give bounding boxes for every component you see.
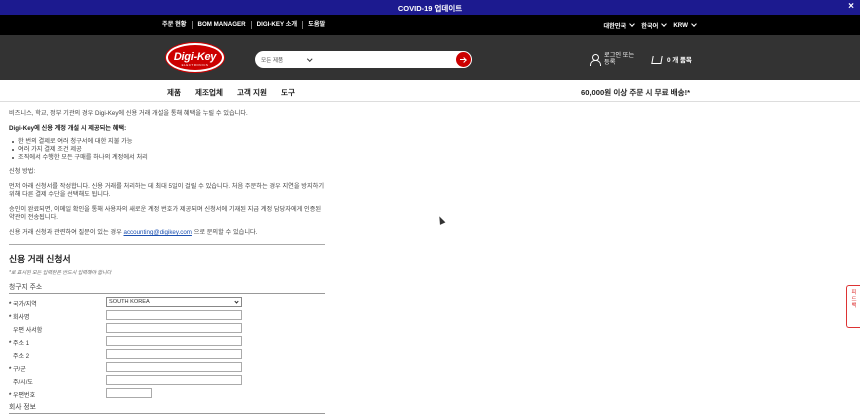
divider <box>9 244 325 246</box>
search-submit-button[interactable] <box>456 52 471 67</box>
login-label: 로그인 또는 <box>604 52 635 59</box>
contact-pre: 신용 거래 신청과 관련하여 질문이 있는 경우 <box>9 229 124 237</box>
mouse-cursor-icon <box>436 215 446 225</box>
country-label: 국가/지역 <box>13 302 37 309</box>
required-note: *로 표시된 모든 입력란은 반드시 입력해야 합니다 <box>9 270 112 277</box>
benefits-title: Digi-Key에 신용 계정 개설 시 제공되는 혜택: <box>9 125 127 132</box>
country-value: SOUTH KOREA <box>109 299 150 306</box>
chevron-down-icon <box>691 21 697 27</box>
language-selector[interactable]: 한국어 <box>641 21 668 30</box>
covid-banner-title[interactable]: COVID-19 업데이트 <box>0 3 860 14</box>
state-row: 주/시/도 <box>9 375 325 388</box>
covid-banner[interactable]: COVID-19 업데이트 × <box>0 0 860 15</box>
language-label: 한국어 <box>641 23 659 30</box>
top-utility-nav: 주문 현황 BOM MANAGER DIGI-KEY 소개 도움말 대한민국 한… <box>0 15 860 35</box>
contact-text: 신용 거래 신청과 관련하여 질문이 있는 경우 accounting@digi… <box>9 229 325 237</box>
list-item: 여러 가지 결제 조건 제공 <box>9 146 325 154</box>
address1-row: * 주소 1 <box>9 336 325 349</box>
close-icon[interactable]: × <box>848 2 854 12</box>
po-box-row: 우편 사서함 <box>9 323 325 336</box>
howto-step-1: 먼저 아래 신청서를 작성합니다. 신용 거래를 처리하는 데 최대 5일이 걸… <box>9 183 325 199</box>
nav-manufacturers[interactable]: 제조업체 <box>195 87 223 98</box>
district-row: * 구/군 <box>9 362 325 375</box>
logo-text: Digi-Key <box>173 51 217 63</box>
intro-text: 비즈니스, 학교, 정부 기관의 경우 Digi-Key에 신용 거래 개설을 … <box>9 110 248 117</box>
chevron-down-icon <box>307 56 313 61</box>
howto-title: 신청 방법: <box>9 168 36 176</box>
order-status-link[interactable]: 주문 현황 <box>162 21 193 29</box>
region-selector[interactable]: 대한민국 <box>603 21 636 30</box>
feedback-label: 피드백 <box>851 290 857 309</box>
postal-code-row: * 우편번호 <box>9 388 325 401</box>
country-row: * 국가/지역 SOUTH KOREA <box>9 297 325 310</box>
company-input[interactable] <box>106 310 242 321</box>
address2-input[interactable] <box>106 349 242 360</box>
district-label: 구/군 <box>13 367 26 374</box>
currency-label: KRW <box>673 22 688 29</box>
arrow-right-icon <box>460 59 466 60</box>
address1-input[interactable] <box>106 336 242 347</box>
contact-post: 으로 문의할 수 있습니다. <box>191 229 258 237</box>
main-nav: 제품 제조업체 고객 지원 도구 60,000원 이상 주문 시 무료 배송!* <box>0 80 860 102</box>
postal-code-label: 우편번호 <box>13 393 36 400</box>
list-item: 한 번의 결제로 여러 청구서에 대한 지불 가능 <box>9 138 325 146</box>
company-label: 회사명 <box>13 315 30 322</box>
address1-label: 주소 1 <box>13 341 30 348</box>
po-box-label: 우편 사서함 <box>13 328 43 335</box>
logo-subtext: ELECTRONICS <box>181 63 209 67</box>
state-label: 주/시/도 <box>13 380 33 387</box>
region-label: 대한민국 <box>603 23 627 30</box>
benefits-list: 한 번의 결제로 여러 청구서에 대한 지불 가능 여러 가지 결제 조건 제공… <box>9 138 325 161</box>
accounting-email-link[interactable]: accounting@digikey.com <box>124 229 192 236</box>
help-link[interactable]: 도움말 <box>303 21 330 29</box>
required-marker: * <box>9 393 12 400</box>
search-bar[interactable]: 모든 제품 <box>255 51 472 68</box>
state-input[interactable] <box>106 375 242 386</box>
nav-support[interactable]: 고객 지원 <box>237 87 267 98</box>
country-select[interactable]: SOUTH KOREA <box>106 297 242 308</box>
required-marker: * <box>9 315 12 322</box>
free-shipping-promo[interactable]: 60,000원 이상 주문 시 무료 배송!* <box>581 87 690 98</box>
howto-step-2: 승인이 완료되면, 이메일 확인을 통해 사용자의 새로운 계정 번호가 제공되… <box>9 206 322 222</box>
feedback-tab[interactable]: 피드백 <box>846 285 860 328</box>
list-item: 조직에서 수행한 모든 구매를 하나의 계정에서 처리 <box>9 154 325 162</box>
cart-button[interactable]: 0 개 품목 <box>651 55 692 64</box>
company-info-title: 회사 정보 <box>9 401 325 415</box>
search-category-select[interactable]: 모든 제품 <box>261 56 313 64</box>
nav-products[interactable]: 제품 <box>167 87 181 98</box>
login-register-button[interactable]: 로그인 또는 등록 <box>590 52 634 66</box>
company-row: * 회사명 <box>9 310 325 323</box>
nav-tools[interactable]: 도구 <box>281 87 295 98</box>
cart-icon <box>651 55 663 64</box>
billing-address-title: 청구지 주소 <box>9 281 325 295</box>
about-digikey-link[interactable]: DIGI-KEY 소개 <box>252 21 304 29</box>
address2-row: 주소 2 <box>9 349 325 362</box>
required-marker: * <box>9 302 12 309</box>
postal-code-input[interactable] <box>106 388 152 399</box>
po-box-input[interactable] <box>106 323 242 334</box>
user-icon <box>590 53 601 66</box>
required-marker: * <box>9 341 12 348</box>
digikey-logo[interactable]: Digi-Key ELECTRONICS <box>166 43 224 72</box>
address2-label: 주소 2 <box>13 354 30 361</box>
register-label: 등록 <box>604 59 616 66</box>
search-category-label: 모든 제품 <box>261 58 284 64</box>
required-marker: * <box>9 367 12 374</box>
credit-application-content: 비즈니스, 학교, 정부 기관의 경우 Digi-Key에 신용 거래 개설을 … <box>9 110 325 417</box>
district-input[interactable] <box>106 362 242 373</box>
cart-count: 0 개 품목 <box>667 57 692 64</box>
form-title: 신용 거래 신청서 <box>9 254 71 265</box>
currency-selector[interactable]: KRW <box>673 21 697 30</box>
bom-manager-link[interactable]: BOM MANAGER <box>193 21 252 29</box>
chevron-down-icon <box>629 21 636 27</box>
chevron-down-icon <box>234 299 239 305</box>
chevron-down-icon <box>661 21 668 27</box>
